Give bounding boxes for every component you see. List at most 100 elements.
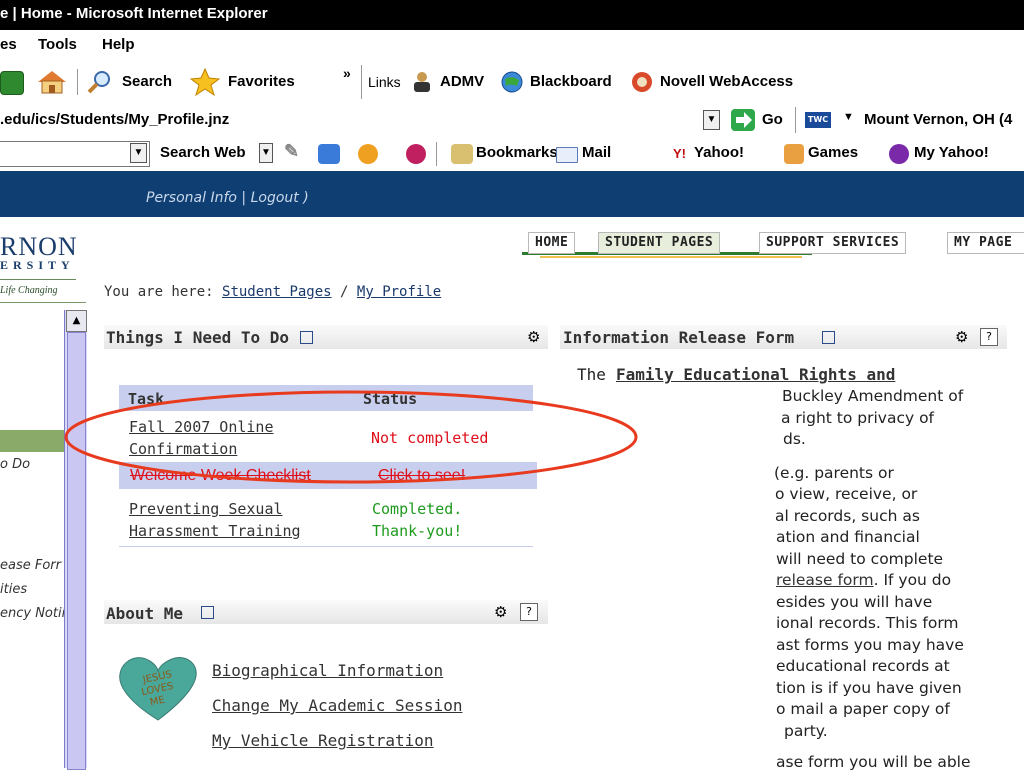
info-line: party. <box>784 721 828 740</box>
toolbar-chevron[interactable]: » <box>343 65 351 81</box>
games-button[interactable]: Games <box>808 144 858 161</box>
breadcrumb-student-pages[interactable]: Student Pages <box>222 284 332 300</box>
tab-student-pages[interactable]: STUDENT PAGES <box>598 232 721 254</box>
info-line: educational records at <box>776 657 950 675</box>
window-titlebar: e | Home - Microsoft Internet Explorer <box>0 0 1024 30</box>
link-novell-webaccess[interactable]: Novell WebAccess <box>660 73 793 90</box>
yahoo-search-input[interactable] <box>0 141 150 167</box>
about-popout-icon[interactable] <box>201 606 214 619</box>
home-icon[interactable] <box>36 69 68 95</box>
yahoo-button[interactable]: Yahoo! <box>694 144 744 161</box>
edit-wrench-icon[interactable]: ⚙ <box>527 328 540 346</box>
menu-item-tools[interactable]: Tools <box>38 36 77 53</box>
info-intro: The <box>577 365 606 384</box>
search-button[interactable]: Search <box>122 73 172 90</box>
breadcrumb-prefix: You are here: <box>104 284 214 300</box>
menu-item-favorites[interactable]: es <box>0 36 17 53</box>
weather-channel-logo: TWC <box>805 112 831 128</box>
go-button[interactable]: Go <box>762 111 783 128</box>
weather-dropdown-icon[interactable]: ▼ <box>843 111 854 123</box>
address-dropdown-arrow[interactable]: ▼ <box>703 110 720 130</box>
popup-blocker-icon[interactable] <box>318 144 340 164</box>
info-help-icon[interactable]: ? <box>980 328 998 346</box>
favorites-star-icon[interactable] <box>189 67 221 97</box>
novell-icon <box>630 71 654 93</box>
info-line: ation and financial <box>776 528 920 546</box>
info-popout-icon[interactable] <box>822 331 835 344</box>
left-sidebar: o Do ease Forr ities ency Notii <box>0 310 66 768</box>
scroll-up-arrow-icon[interactable]: ▲ <box>66 310 87 332</box>
launchcast-icon[interactable] <box>406 144 426 164</box>
link-ferpa[interactable]: Family Educational Rights and <box>616 365 895 384</box>
search-web-button[interactable]: Search Web <box>160 144 246 161</box>
link-release-form[interactable]: release form <box>776 571 874 589</box>
menu-bar: es Tools Help <box>0 30 1024 62</box>
breadcrumb: You are here: Student Pages / My Profile <box>104 284 441 300</box>
tab-my-pages[interactable]: MY PAGE <box>947 232 1024 254</box>
link-vehicle-registration[interactable]: My Vehicle Registration <box>212 731 434 750</box>
blackboard-icon <box>500 71 524 93</box>
breadcrumb-separator: / <box>340 284 349 300</box>
yahoo-toolbar: ▼ Search Web ▼ ✎ Bookmarks Mail Y! Yahoo… <box>0 138 1024 172</box>
header-personal-links[interactable]: Personal Info | Logout ) <box>146 190 309 206</box>
info-edit-icon[interactable]: ⚙ <box>955 328 968 346</box>
sidebar-item-emergency[interactable]: ency Notii <box>0 606 65 621</box>
bookmarks-button[interactable]: Bookmarks <box>476 144 558 161</box>
status-completed: Completed. <box>372 500 463 518</box>
link-admv[interactable]: ADMV <box>440 73 484 90</box>
things-panel-title: Things I Need To Do <box>106 328 290 347</box>
info-line: o view, receive, or <box>775 485 918 503</box>
status-thank-you: Thank-you! <box>372 522 463 540</box>
info-line: al records, such as <box>775 506 920 525</box>
link-biographical-information[interactable]: Biographical Information <box>212 661 443 680</box>
window-title: e | Home - Microsoft Internet Explorer <box>0 5 268 22</box>
refresh-icon[interactable] <box>0 71 24 95</box>
address-url[interactable]: .edu/ics/Students/My_Profile.jnz <box>0 111 229 128</box>
info-body: Buckley Amendment of a right to privacy … <box>772 386 971 774</box>
info-line: will need to complete <box>776 549 944 568</box>
university-logo-tagline: Life Changing <box>0 285 58 296</box>
search-web-dropdown[interactable]: ▼ <box>259 143 273 163</box>
mail-icon <box>556 147 578 163</box>
tab-home[interactable]: HOME <box>528 232 576 254</box>
weather-location[interactable]: Mount Vernon, OH (4 <box>864 111 1012 128</box>
sidebar-scrollbar[interactable]: ▲ <box>64 310 87 770</box>
my-yahoo-button[interactable]: My Yahoo! <box>914 144 989 161</box>
sidebar-item-activities[interactable]: ities <box>0 582 27 597</box>
about-edit-icon[interactable]: ⚙ <box>494 603 507 621</box>
sidebar-item-release-form[interactable]: ease Forr <box>0 558 61 573</box>
admv-icon <box>409 71 435 93</box>
go-arrow-icon[interactable] <box>731 109 755 131</box>
menu-item-help[interactable]: Help <box>102 36 135 53</box>
info-panel-title: Information Release Form <box>563 328 795 347</box>
info-line: a right to privacy of <box>781 408 935 427</box>
breadcrumb-my-profile[interactable]: My Profile <box>357 284 441 300</box>
link-blackboard[interactable]: Blackboard <box>530 73 612 90</box>
popout-icon[interactable] <box>300 331 313 344</box>
info-line: tion is if you have given <box>776 678 962 697</box>
info-line: ds. <box>783 430 806 448</box>
highlight-pen-icon[interactable]: ✎ <box>284 141 299 162</box>
yahoo-search-dropdown[interactable]: ▼ <box>130 143 147 163</box>
link-change-academic-session[interactable]: Change My Academic Session <box>212 696 462 715</box>
favorites-button[interactable]: Favorites <box>228 73 295 90</box>
search-icon[interactable] <box>86 69 114 95</box>
links-label: Links <box>368 74 401 90</box>
info-line: Buckley Amendment of <box>782 387 964 405</box>
yahoo-icon: Y! <box>673 146 686 161</box>
heart-image: JESUS LOVES ME <box>119 657 197 721</box>
info-line: o mail a paper copy of <box>776 700 950 718</box>
about-panel-title: About Me <box>106 604 184 623</box>
task-harassment-training-line1[interactable]: Preventing Sexual <box>129 500 283 518</box>
about-help-icon[interactable]: ? <box>520 603 538 621</box>
task-harassment-training-line2[interactable]: Harassment Training <box>129 522 301 540</box>
sidebar-active-item[interactable] <box>0 430 64 452</box>
annotation-ellipse <box>64 390 638 484</box>
games-icon <box>784 144 804 164</box>
university-logo-sub: ERSITY <box>0 258 75 272</box>
tab-support-services[interactable]: SUPPORT SERVICES <box>759 232 907 254</box>
info-line: (e.g. parents or <box>774 463 894 482</box>
mail-button[interactable]: Mail <box>582 144 611 161</box>
antispy-icon[interactable] <box>358 144 378 164</box>
sidebar-item-things-to-do[interactable]: o Do <box>0 457 30 472</box>
